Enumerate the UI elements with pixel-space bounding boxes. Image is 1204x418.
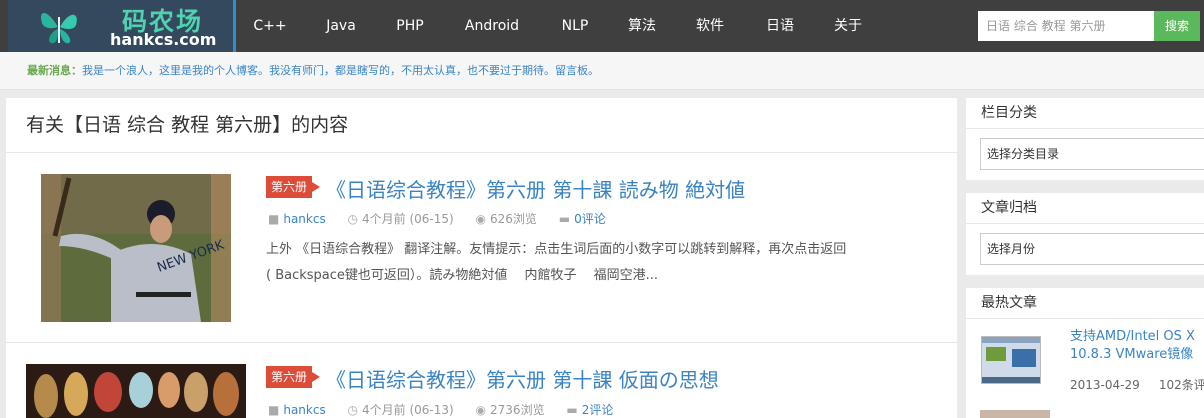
sidebar-archive: 文章归档 选择月份 xyxy=(966,193,1204,275)
hot-post-title[interactable]: 支持AMD/Intel OS X 10.8.3 VMware镜像 xyxy=(1070,328,1204,364)
hot-post-comments: 102条评 xyxy=(1158,378,1204,392)
sidebar-hot-posts: 最热文章 支持AMD/Intel OS X 10.8.3 VMware镜像 20… xyxy=(966,288,1204,418)
post-time: 4个月前 (06-13) xyxy=(362,403,454,417)
post-thumbnail[interactable] xyxy=(26,364,246,418)
comment-icon: ▬ xyxy=(558,212,571,226)
category-select[interactable]: 选择分类目录 xyxy=(980,138,1204,170)
comment-icon: ▬ xyxy=(566,403,578,417)
eye-icon: ◉ xyxy=(475,212,487,226)
search-button[interactable]: 搜索 xyxy=(1154,11,1200,41)
post-title[interactable]: 《日语综合教程》第六册 第十課 仮面の思想 xyxy=(326,364,719,393)
site-logo[interactable]: 码农场 hankcs.com xyxy=(8,0,236,52)
post-comments[interactable]: 2评论 xyxy=(582,403,614,417)
post-tag[interactable]: 第六册 xyxy=(266,366,321,388)
search-input[interactable]: 日语 综合 教程 第六册 xyxy=(978,11,1154,41)
post-meta: ■ hankcs ◷ 4个月前 (06-15) ◉ 626浏览 ▬ 0评论 xyxy=(268,210,624,227)
month-select[interactable]: 选择月份 xyxy=(980,233,1204,265)
hot-post-meta: 2013-04-29 102条评 xyxy=(1070,376,1204,393)
top-header: 码农场 hankcs.com C++ Java PHP Android NLP … xyxy=(0,0,1204,52)
post-excerpt-line: ( Backspace键也可返回）。読み物絶対値 内館牧子 福岡空港... xyxy=(266,268,659,283)
masks-image-icon xyxy=(26,364,246,418)
post-author[interactable]: hankcs xyxy=(283,212,325,226)
nav-item-about[interactable]: 关于 xyxy=(826,0,870,52)
nav-item-software[interactable]: 软件 xyxy=(688,0,732,52)
post-excerpt: 上外 《日语综合教程》 翻译注解。友情提示：点击生词后面的小数字可以跳转到解释，… xyxy=(266,237,906,289)
sidebar-categories: 栏目分类 选择分类目录 xyxy=(966,98,1204,180)
nav-item-java[interactable]: Java xyxy=(314,0,368,52)
post-title[interactable]: 《日语综合教程》第六册 第十課 読み物 絶対値 xyxy=(326,174,745,203)
post-tag[interactable]: 第六册 xyxy=(266,176,321,198)
user-icon: ■ xyxy=(268,212,280,226)
logo-en-text: hankcs.com xyxy=(110,30,217,49)
main-content: 有关【日语 综合 教程 第六册】的内容 NEW YORK 第六册 《日语综合教程… xyxy=(6,98,957,418)
eye-icon: ◉ xyxy=(475,403,487,417)
screenshot-image-icon xyxy=(982,337,1040,383)
hot-post-date: 2013-04-29 xyxy=(1070,378,1140,392)
notice-label: 最新消息： xyxy=(27,64,82,77)
post-divider xyxy=(6,342,957,343)
page-title: 有关【日语 综合 教程 第六册】的内容 xyxy=(6,98,957,153)
butterfly-logo-icon xyxy=(40,13,77,44)
sidebar-title: 栏目分类 xyxy=(966,98,1204,129)
nav-item-algorithm[interactable]: 算法 xyxy=(620,0,664,52)
clock-icon: ◷ xyxy=(347,403,359,417)
post-meta: ■ hankcs ◷ 4个月前 (06-13) ◉ 2736浏览 ▬ 2评论 xyxy=(268,401,631,418)
post-views: 2736浏览 xyxy=(490,403,545,417)
sidebar-title: 文章归档 xyxy=(966,193,1204,224)
hot-post-title-line: 10.8.3 VMware镜像 xyxy=(1070,347,1194,362)
post-thumbnail[interactable]: NEW YORK xyxy=(41,174,231,322)
post-views: 626浏览 xyxy=(490,212,537,226)
nav-item-php[interactable]: PHP xyxy=(386,0,434,52)
nav-item-cpp[interactable]: C++ xyxy=(246,0,294,52)
notice-bar: 最新消息：我是一个浪人，这里是我的个人博客。我没有师门，都是瞎写的，不用太认真，… xyxy=(0,52,1204,90)
hot-post-thumbnail[interactable] xyxy=(980,410,1050,418)
user-icon: ■ xyxy=(268,403,280,417)
post-author[interactable]: hankcs xyxy=(283,403,325,417)
notice-text[interactable]: 我是一个浪人，这里是我的个人博客。我没有师门，都是瞎写的，不用太认真，也不要过于… xyxy=(82,64,599,77)
hot-post-title-line: 支持AMD/Intel OS X xyxy=(1070,329,1195,344)
post-time: 4个月前 (06-15) xyxy=(362,212,454,226)
hot-post-thumbnail[interactable] xyxy=(981,336,1041,384)
sidebar-title: 最热文章 xyxy=(966,288,1204,319)
baseball-player-image-icon: NEW YORK xyxy=(41,174,231,322)
post-comments[interactable]: 0评论 xyxy=(574,212,606,226)
post-excerpt-line: 上外 《日语综合教程》 翻译注解。友情提示：点击生词后面的小数字可以跳转到解释，… xyxy=(266,242,847,257)
clock-icon: ◷ xyxy=(347,212,359,226)
nav-item-android[interactable]: Android xyxy=(458,0,526,52)
nav-item-japanese[interactable]: 日语 xyxy=(758,0,802,52)
nav-item-nlp[interactable]: NLP xyxy=(548,0,602,52)
